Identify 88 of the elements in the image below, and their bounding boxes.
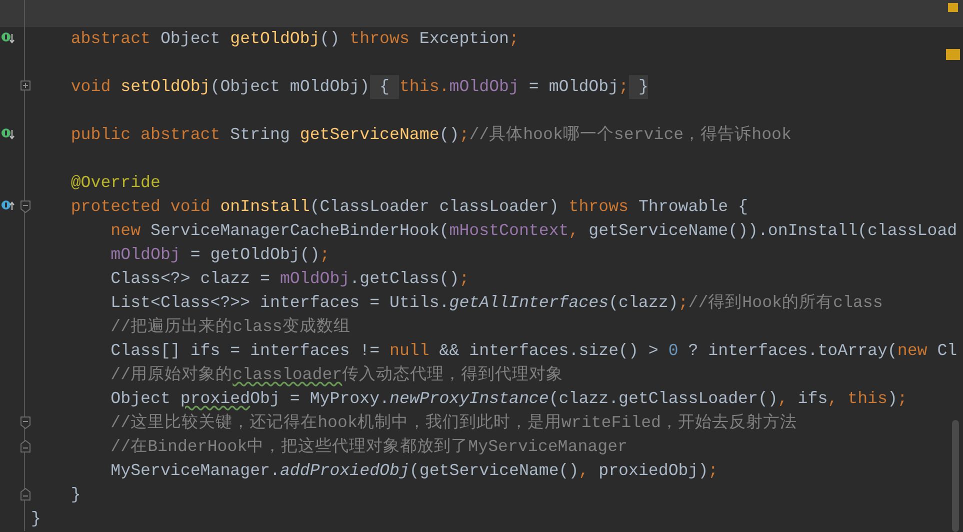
code-token: ; (708, 460, 718, 482)
code-token: Class[] ifs = interfaces != (110, 340, 381, 362)
code-comment: //把遍历出来的class变成数组 (110, 316, 350, 338)
code-token: ; (320, 244, 330, 266)
code-token: proxiedObj) (598, 460, 708, 482)
code-comment: //这里比较关键，还记得在hook机制中，我们到此时，是用writeFiled，开始去反射方法 (110, 412, 797, 434)
warning-marker-icon (946, 49, 960, 60)
folded-brace: { (370, 75, 400, 99)
implemented-marker-icon[interactable] (1, 32, 15, 44)
code-token: ? interfaces.toArray( (687, 340, 898, 362)
code-token: , (578, 460, 589, 482)
code-token: () (439, 124, 460, 146)
code-token: proxied (180, 388, 250, 410)
code-token: String (229, 124, 291, 146)
code-token: this. (399, 76, 450, 98)
code-token: throws (350, 28, 410, 50)
code-token: MyServiceManager. (110, 460, 280, 482)
code-token: = getOldObj() (189, 244, 320, 266)
code-token: Cl (936, 340, 958, 362)
code-token: (getServiceName() (409, 460, 579, 482)
code-token: new (110, 220, 141, 242)
code-token: (clazz.getClassLoader() (548, 388, 778, 410)
code-token: List<Class<?>> interfaces = Utils. (110, 292, 450, 314)
code-token: mOldObj (110, 244, 180, 266)
code-token: Class<?> clazz = (110, 268, 271, 290)
overrides-marker-icon[interactable] (1, 200, 15, 212)
code-comment: 传入动态代理，得到代理对象 (342, 364, 564, 386)
code-token: Exception (418, 28, 510, 50)
code-token: ; (459, 124, 470, 146)
code-comment: //用原始对象的 (110, 364, 233, 386)
code-token: (ClassLoader classLoader) (310, 196, 560, 218)
code-token: ; (897, 388, 908, 410)
fold-collapse-icon[interactable] (20, 488, 31, 501)
code-comment: //具体hook哪一个service，得告诉hook (469, 124, 792, 146)
code-token: Object (159, 28, 222, 50)
code-token: getAllInterfaces (449, 292, 609, 314)
code-token: ServiceManagerCacheBinderHook( (150, 220, 450, 242)
code-token: , (568, 220, 579, 242)
code-token: ; (459, 268, 470, 290)
code-token: Obj = MyProxy. (250, 388, 390, 410)
code-token: new (897, 340, 928, 362)
code-token: public abstract (70, 124, 220, 146)
code-token: , (778, 388, 788, 410)
code-comment: //在BinderHook中，把这些代理对象都放到了MyServiceManager (110, 436, 628, 458)
code-token: this (848, 388, 888, 410)
code-token: ; (509, 28, 519, 50)
implemented-marker-icon[interactable] (1, 128, 15, 140)
fold-collapse-icon[interactable] (20, 440, 31, 453)
code-token: () (320, 28, 341, 50)
code-token: null (389, 340, 430, 362)
fold-collapse-icon[interactable] (20, 416, 31, 429)
code-token: addProxiedObj (280, 460, 410, 482)
code-token: , (828, 388, 839, 410)
code-token: ; (618, 76, 629, 98)
code-token: (Object mOldObj) (210, 76, 370, 98)
code-token: newProxyInstance (390, 388, 549, 410)
code-token: } (70, 484, 81, 506)
code-token: abstract (70, 28, 150, 50)
fold-collapse-icon[interactable] (20, 200, 31, 213)
code-token: mOldObj (280, 268, 350, 290)
code-token: ifs (796, 388, 828, 410)
code-comment: classloader (232, 364, 342, 386)
code-token: @Override (70, 172, 160, 194)
code-token: throws (568, 196, 628, 218)
warning-marker-icon (948, 3, 958, 12)
code-token: getServiceName()).onInstall(classLoad (588, 220, 958, 242)
code-token: mHostContext (449, 220, 569, 242)
code-token: ) (887, 388, 898, 410)
code-token: getOldObj (230, 28, 320, 50)
code-token: void (70, 76, 112, 98)
code-token: 0 (668, 340, 678, 362)
code-token: (clazz) (608, 292, 678, 314)
code-comment: //得到Hook的所有class (688, 292, 883, 314)
code-token: setOldObj (120, 76, 210, 98)
code-token: getServiceName (300, 124, 440, 146)
code-token: .getClass() (350, 268, 460, 290)
code-token: = mOldObj (528, 76, 619, 98)
code-token: Throwable { (637, 196, 748, 218)
code-token: } (31, 508, 41, 530)
scrollbar-thumb[interactable] (952, 420, 959, 532)
code-token: && interfaces.size() > (438, 340, 660, 362)
code-token: Object (110, 388, 172, 410)
code-token: mOldObj (449, 76, 519, 98)
fold-expand-icon[interactable] (20, 80, 31, 93)
code-token: onInstall (220, 196, 310, 218)
folded-brace: } (628, 75, 648, 99)
code-token: protected void (70, 196, 212, 218)
code-token: ; (678, 292, 688, 314)
